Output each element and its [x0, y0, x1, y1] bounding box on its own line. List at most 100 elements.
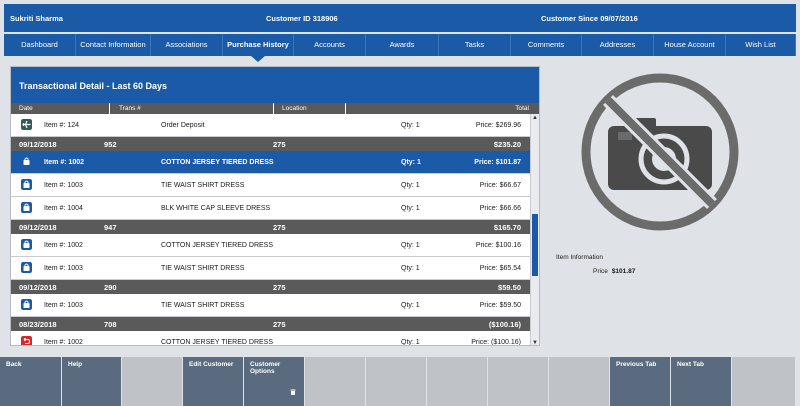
previous-tab-button[interactable]: Previous Tab [610, 357, 671, 406]
item-price: Price: $65.54 [479, 265, 521, 272]
column-trans: Trans # [119, 105, 141, 112]
transaction-item-row[interactable]: Item #: 1002 COTTON JERSEY TIERED DRESS Qt… [11, 331, 531, 346]
group-total: $165.70 [493, 223, 521, 232]
column-location: Location [282, 105, 307, 112]
back-button[interactable]: Back [0, 357, 62, 406]
edit-customer-button[interactable]: Edit Customer [183, 357, 244, 406]
tab-bar: Dashboard Contact Information Associations… [4, 34, 796, 62]
vertical-scrollbar[interactable]: ▲ ▼ [530, 114, 539, 345]
item-information-price: Price $101.87 [593, 268, 636, 275]
shopping-bag-icon [21, 262, 32, 273]
tab-wish-list[interactable]: Wish List [726, 34, 796, 56]
item-quantity: Qty: 1 [401, 242, 420, 249]
tab-comments[interactable]: Comments [511, 34, 582, 56]
tab-dashboard[interactable]: Dashboard [4, 34, 76, 56]
group-trans: 708 [104, 320, 117, 329]
plane-icon [21, 119, 32, 130]
item-number: Item #: 1004 [44, 205, 83, 212]
transaction-item-row[interactable]: Item #: 1002 COTTON JERSEY TIERED DRESS Qt… [11, 234, 531, 257]
group-location: 275 [273, 320, 286, 329]
group-date: 09/12/2018 [19, 283, 57, 292]
group-location: 275 [273, 283, 286, 292]
help-button[interactable]: Help [62, 357, 122, 406]
column-date: Date [19, 105, 33, 112]
item-description: TIE WAIST SHIRT DRESS [161, 182, 245, 189]
empty-slot-button [305, 357, 366, 406]
item-price: Price: $59.50 [479, 302, 521, 309]
empty-slot-button [549, 357, 610, 406]
item-description: COTTON JERSEY TIERED DRESS [161, 159, 274, 166]
button-label: Previous Tab [616, 361, 657, 368]
group-trans: 290 [104, 283, 117, 292]
item-quantity: Qty: 1 [401, 182, 420, 189]
item-quantity: Qty: 1 [401, 159, 421, 166]
button-label: Help [68, 361, 83, 368]
button-label: Edit Customer [189, 361, 234, 368]
item-number: Item #: 1003 [44, 182, 83, 189]
item-number: Item #: 1002 [44, 339, 83, 346]
customer-header: Sukriti Sharma Customer ID 318906 Custom… [4, 4, 796, 32]
group-date: 09/12/2018 [19, 223, 57, 232]
transaction-item-row[interactable]: Item #: 124 Order Deposit Qty: 1 Price: $26… [11, 114, 531, 137]
tab-awards[interactable]: Awards [366, 34, 439, 56]
customer-since: Customer Since 09/07/2016 [541, 14, 638, 23]
next-tab-button[interactable]: Next Tab [671, 357, 732, 406]
item-quantity: Qty: 1 [401, 265, 420, 272]
item-number: Item #: 124 [44, 122, 80, 129]
transaction-list: Item #: 124 Order Deposit Qty: 1 Price: $26… [11, 114, 531, 346]
transaction-item-row[interactable]: Item #: 1004 BLK WHITE CAP SLEEVE DRESS Qt… [11, 197, 531, 220]
shopping-bag-icon [21, 179, 32, 190]
group-total: ($100.16) [488, 320, 521, 329]
item-number: Item #: 1002 [44, 159, 85, 166]
tab-associations[interactable]: Associations [151, 34, 223, 56]
item-price: Price: $269.96 [475, 122, 521, 129]
tab-addresses[interactable]: Addresses [582, 34, 654, 56]
item-price: Price: $100.16 [475, 242, 521, 249]
group-date: 08/23/2018 [19, 320, 57, 329]
group-trans: 952 [104, 140, 117, 149]
button-label: Customer Options [250, 361, 281, 375]
transaction-group-header[interactable]: 09/12/2018 952 275 $235.20 [11, 137, 531, 153]
tab-tasks[interactable]: Tasks [439, 34, 511, 56]
no-camera-icon [581, 73, 739, 231]
group-trans: 947 [104, 223, 117, 232]
button-label: Back [6, 361, 22, 368]
empty-slot-button [366, 357, 427, 406]
shopping-bag-icon [21, 156, 32, 167]
group-date: 09/12/2018 [19, 140, 57, 149]
tab-accounts[interactable]: Accounts [294, 34, 366, 56]
transaction-group-header[interactable]: 08/23/2018 708 275 ($100.16) [11, 317, 531, 333]
transaction-item-row[interactable]: Item #: 1003 TIE WAIST SHIRT DRESS Qty: 1 P… [11, 294, 531, 317]
customer-name: Sukriti Sharma [10, 14, 63, 23]
item-number: Item #: 1002 [44, 242, 83, 249]
group-location: 275 [273, 223, 286, 232]
group-total: $235.20 [493, 140, 521, 149]
scroll-thumb[interactable] [532, 214, 538, 276]
item-description: TIE WAIST SHIRT DRESS [161, 302, 245, 309]
transaction-item-row[interactable]: Item #: 1003 TIE WAIST SHIRT DRESS Qty: 1 P… [11, 174, 531, 197]
item-price: Price: $101.87 [474, 159, 521, 166]
item-quantity: Qty: 1 [401, 339, 420, 346]
customer-options-button[interactable]: Customer Options [244, 357, 305, 406]
transaction-item-row[interactable]: Item #: 1003 TIE WAIST SHIRT DRESS Qty: 1 P… [11, 257, 531, 280]
item-quantity: Qty: 1 [401, 205, 420, 212]
scroll-up-icon[interactable]: ▲ [531, 114, 539, 122]
shopping-bag-icon [21, 239, 32, 250]
tab-purchase-history[interactable]: Purchase History [223, 34, 294, 62]
tab-house-account[interactable]: House Account [654, 34, 726, 56]
tab-contact-information[interactable]: Contact Information [76, 34, 151, 56]
shopping-bag-icon [21, 299, 32, 310]
group-total: $59.50 [498, 283, 521, 292]
empty-slot-button [488, 357, 549, 406]
item-number: Item #: 1003 [44, 265, 83, 272]
item-description: TIE WAIST SHIRT DRESS [161, 265, 245, 272]
transaction-item-row[interactable]: Item #: 1002 COTTON JERSEY TIERED DRESS Qt… [11, 151, 531, 174]
scroll-down-icon[interactable]: ▼ [531, 339, 539, 345]
item-description: COTTON JERSEY TIERED DRESS [161, 339, 274, 346]
transaction-group-header[interactable]: 09/12/2018 947 275 $165.70 [11, 220, 531, 236]
column-headers: Date Trans # Location Total [11, 103, 539, 114]
transaction-group-header[interactable]: 09/12/2018 290 275 $59.50 [11, 280, 531, 296]
item-number: Item #: 1003 [44, 302, 83, 309]
item-quantity: Qty: 1 [401, 122, 420, 129]
button-label: Next Tab [677, 361, 704, 368]
